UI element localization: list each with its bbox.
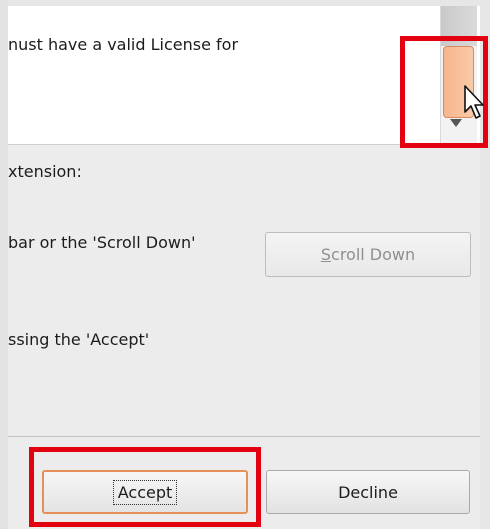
scroll-down-mnemonic: S: [320, 245, 332, 264]
scroll-down-label: croll Down: [331, 245, 416, 264]
license-text-line: nust have a valid License for: [8, 35, 239, 54]
instruction-text-3: ssing the 'Accept': [8, 330, 150, 349]
decline-label: Decline: [338, 482, 398, 502]
button-bar-separator: [8, 436, 480, 437]
scroll-down-button[interactable]: Scroll Down: [265, 232, 471, 277]
decline-button[interactable]: Decline: [266, 470, 470, 514]
instruction-text-2: bar or the 'Scroll Down': [8, 233, 196, 252]
mouse-pointer-icon: [464, 85, 484, 119]
accept-highlight-box: [29, 447, 261, 527]
instruction-text-1: xtension:: [8, 162, 82, 181]
window-frame-left: [0, 0, 8, 529]
